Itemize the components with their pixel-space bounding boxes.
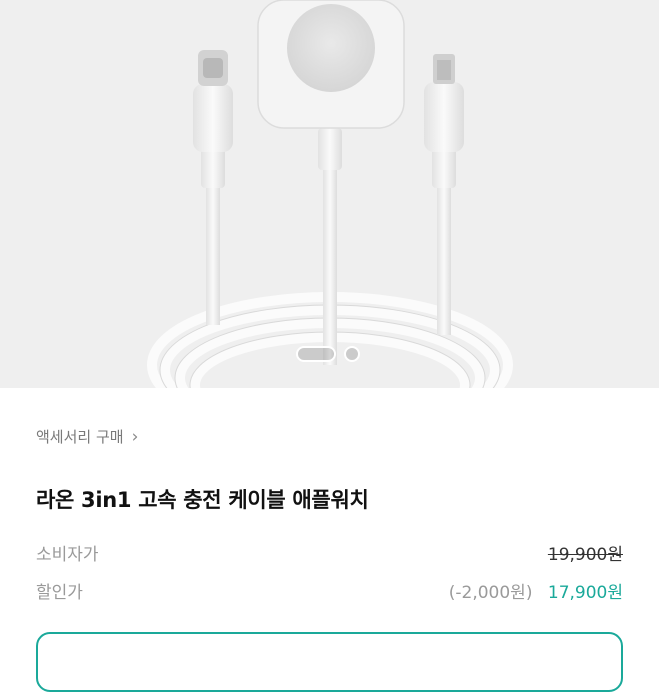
pagination-dot[interactable] <box>344 346 360 362</box>
retail-price-value: 19,900원 <box>547 545 623 565</box>
breadcrumb[interactable]: 액세서리 구매 › <box>36 426 138 447</box>
breadcrumb-label[interactable]: 액세서리 구매 <box>36 426 124 447</box>
sale-price-row: 할인가 (-2,000원) 17,900원 <box>36 578 623 603</box>
sale-price-value: 17,900원 <box>547 583 623 603</box>
sale-price-group: (-2,000원) 17,900원 <box>449 578 623 603</box>
pagination-dot-active[interactable] <box>296 346 336 362</box>
retail-price-row: 소비자가 19,900원 <box>36 540 623 565</box>
product-image <box>147 0 513 388</box>
sale-price-label: 할인가 <box>36 583 83 603</box>
purchase-option-box[interactable] <box>36 632 623 692</box>
gallery-pagination <box>296 343 360 365</box>
chevron-right-icon: › <box>131 426 139 447</box>
product-title: 라온 3in1 고속 충전 케이블 애플워치 <box>36 488 369 512</box>
discount-amount: (-2,000원) <box>448 583 533 603</box>
product-image-gallery[interactable] <box>0 0 659 388</box>
retail-price-label: 소비자가 <box>36 545 99 565</box>
